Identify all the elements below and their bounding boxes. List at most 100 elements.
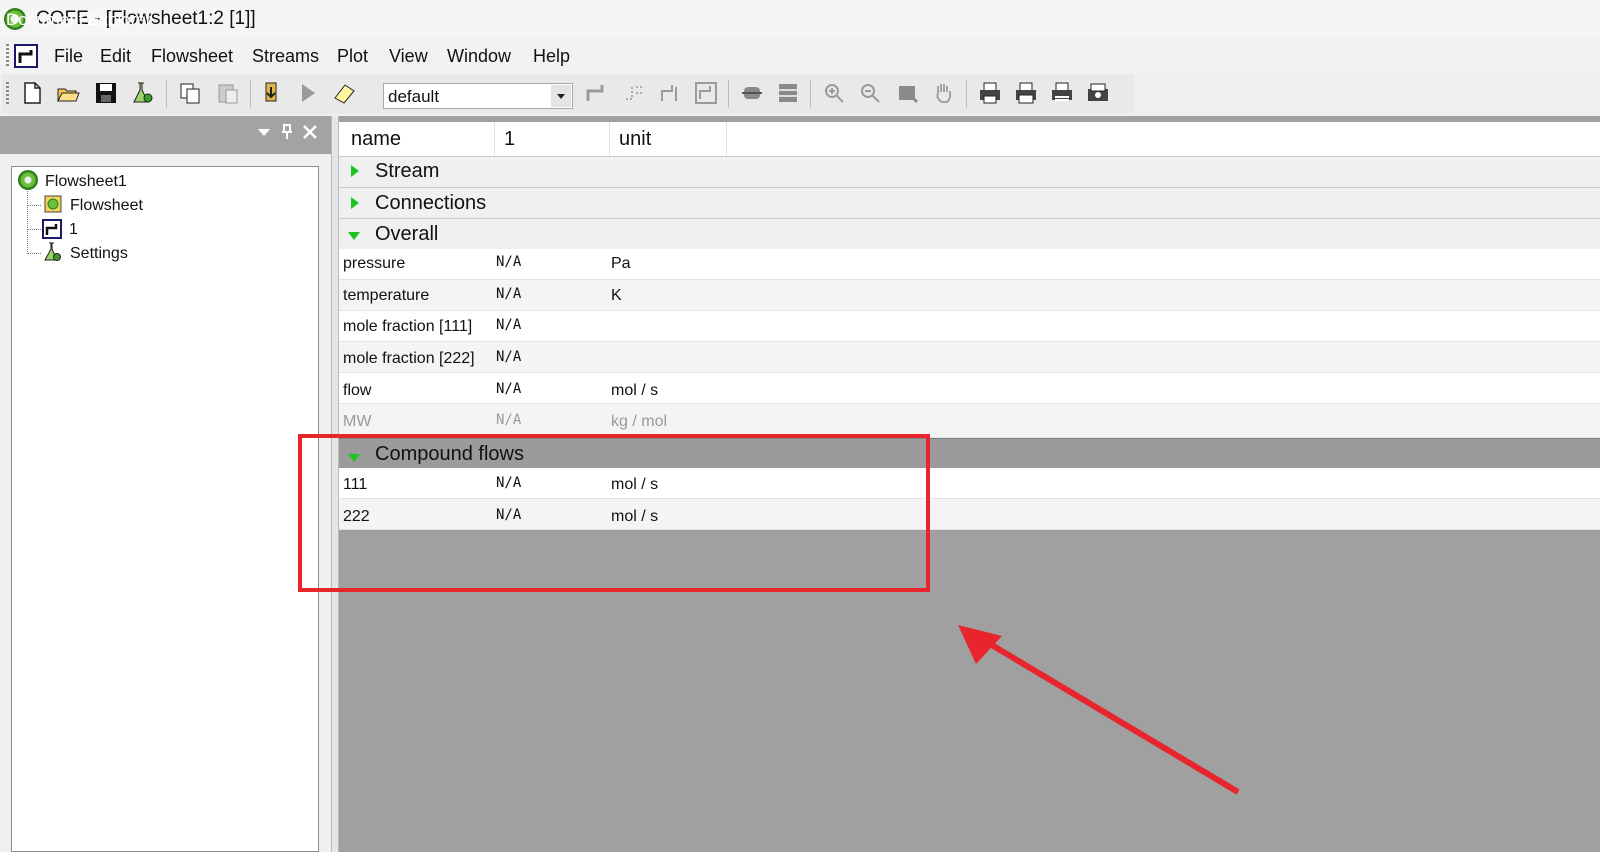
row-value: N/A [496,412,522,428]
toolbar-separator [810,80,811,108]
flowsheet-root-icon [18,170,38,190]
column-header-value[interactable]: 1 [504,128,515,151]
toolbar-separator [166,80,167,108]
eraser-icon[interactable] [332,81,356,105]
row-value[interactable]: N/A [496,349,521,365]
expand-arrow-icon[interactable] [351,197,359,209]
solve-icon[interactable] [260,81,284,105]
settings-flask-icon [42,242,62,262]
toolbar-separator [250,80,251,108]
view-combobox[interactable]: default [383,83,573,109]
group-row-stream[interactable] [339,156,1600,187]
tree-connector [27,229,41,230]
row-value[interactable]: N/A [496,254,521,270]
toolbar-separator [728,80,729,108]
mixer-icon[interactable] [658,81,682,105]
close-icon[interactable] [302,124,318,140]
row-name: mole fraction [222] [343,350,475,367]
tree-item-flowsheet1[interactable]: Flowsheet1 [45,173,127,191]
copy-icon[interactable] [178,81,202,105]
column-header-unit[interactable]: unit [619,128,651,151]
tree-item-stream-1[interactable]: 1 [69,221,78,239]
zoom-fit-icon[interactable] [896,81,920,105]
row-name: temperature [343,287,430,304]
paste-icon[interactable] [216,81,240,105]
menu-edit[interactable]: Edit [100,46,131,67]
dropdown-arrow-icon[interactable] [256,124,272,140]
column-header-name[interactable]: name [351,128,401,151]
row-unit: Pa [611,255,631,272]
toolbar-separator [966,80,967,108]
row-name: MW [343,413,372,430]
menu-plot[interactable]: Plot [337,46,368,67]
row-name: pressure [343,255,406,272]
collapse-arrow-icon[interactable] [348,232,360,240]
save-icon[interactable] [94,81,118,105]
pan-hand-icon[interactable] [932,81,956,105]
group-row-overall[interactable] [339,218,1600,249]
menu-help[interactable]: Help [533,46,570,67]
split-icon[interactable] [622,81,646,105]
tree-connector [27,188,28,254]
distribute-icon[interactable] [776,81,800,105]
row-value[interactable]: N/A [496,286,521,302]
grid-header [339,122,1600,157]
group-label-overall: Overall [375,223,439,245]
expand-arrow-icon[interactable] [351,165,359,177]
zoom-in-icon[interactable] [822,81,846,105]
table-row[interactable] [339,280,1600,311]
row-unit: K [611,287,622,304]
menu-streams[interactable]: Streams [252,46,319,67]
unit-op-icon[interactable] [694,81,718,105]
document-explorer-title: Document Explorer [6,10,152,29]
table-row[interactable] [339,311,1600,342]
tree-connector [27,205,41,206]
export-icon[interactable] [1086,81,1110,105]
flowsheet-document-icon[interactable] [14,44,38,68]
menu-file[interactable]: File [54,46,83,67]
group-label-stream: Stream [375,160,440,182]
annotation-highlight-box [298,434,930,592]
menu-bar [0,38,1600,74]
new-file-icon[interactable] [20,81,44,105]
row-name: flow [343,382,372,399]
table-row[interactable] [339,342,1600,373]
toolbar-grip[interactable] [6,82,9,106]
align-icon[interactable] [740,81,764,105]
chevron-down-icon[interactable] [551,85,571,107]
tree-item-settings[interactable]: Settings [70,245,128,263]
row-name: mole fraction [111] [343,318,473,335]
combobox-value: default [388,87,440,106]
pin-icon[interactable] [280,123,294,141]
tree-connector [27,253,41,254]
flowsheet-view-icon [44,195,62,213]
menu-window[interactable]: Window [447,46,511,67]
stream-icon [42,219,62,239]
print-icon[interactable] [978,81,1002,105]
connect-icon[interactable] [584,81,608,105]
settings-flask-icon[interactable] [130,81,154,105]
table-row[interactable] [339,249,1600,280]
row-value[interactable]: N/A [496,381,521,397]
table-row[interactable] [339,404,1600,438]
document-tree[interactable] [11,166,319,852]
print-preview-icon[interactable] [1014,81,1038,105]
zoom-out-icon[interactable] [858,81,882,105]
annotation-arrow [958,625,1240,795]
row-unit: mol / s [611,382,659,399]
open-folder-icon[interactable] [56,81,80,105]
column-divider[interactable] [494,122,495,156]
menu-flowsheet[interactable]: Flowsheet [151,46,233,67]
row-unit: kg / mol [611,413,668,430]
column-divider[interactable] [726,122,727,156]
group-label-connections: Connections [375,192,487,214]
print-setup-icon[interactable] [1050,81,1074,105]
row-value[interactable]: N/A [496,317,521,333]
menu-view[interactable]: View [389,46,428,67]
table-row[interactable] [339,373,1600,404]
menubar-grip[interactable] [6,44,9,68]
group-row-connections[interactable] [339,187,1600,218]
tree-item-flowsheet[interactable]: Flowsheet [70,197,143,215]
run-icon[interactable] [296,81,320,105]
column-divider[interactable] [609,122,610,156]
